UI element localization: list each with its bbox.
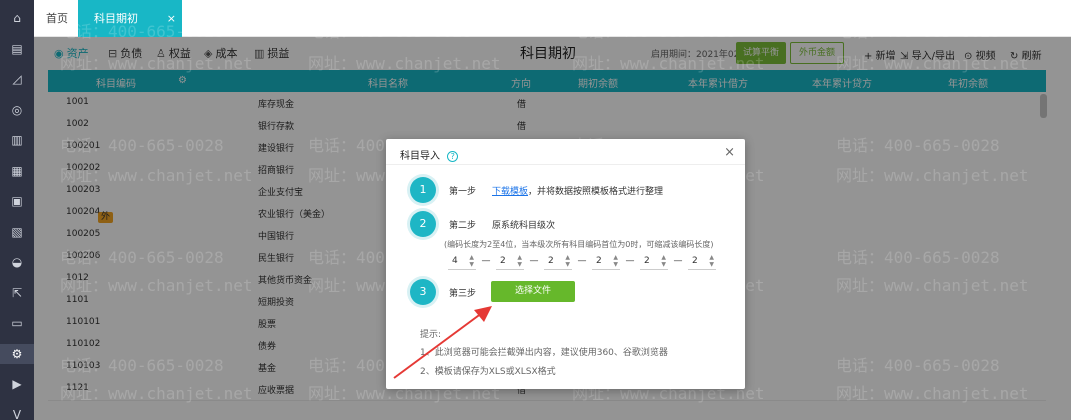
watermark-text: 电话：400-665-0028 — [836, 356, 1000, 375]
watermark-text: 电话：400-665-0028 — [60, 356, 224, 375]
invoice-icon[interactable]: ▧ — [7, 222, 27, 242]
inbox-icon[interactable]: ▭ — [7, 313, 27, 333]
dialog-divider — [386, 164, 745, 165]
vee-icon[interactable]: V — [7, 405, 27, 420]
watermark-text: 电话：400-665-0028 — [60, 22, 224, 41]
money-bag-icon[interactable]: ◎ — [7, 100, 27, 120]
step-2-text: 原系统科目级次 — [492, 221, 556, 231]
annotation-arrow-icon — [393, 306, 492, 379]
watermark-text: 网址：www.chanjet.net — [572, 54, 765, 73]
settings-icon[interactable]: ⚙ — [0, 343, 34, 364]
watermark-text: 电话：400-665-0028 — [836, 136, 1000, 155]
dialog-title: 科目导入 ? — [400, 147, 459, 162]
step-2-badge: 2 — [410, 211, 436, 237]
watermark-text: 电话：400-665-0028 — [572, 22, 736, 41]
home-icon[interactable]: ⌂ — [7, 8, 27, 28]
level-value: 2 — [596, 256, 602, 266]
level-value: 2 — [500, 256, 506, 266]
level-stepper[interactable]: 2 ▲ ▼ — [544, 252, 572, 270]
left-nav-rail: ⌂ ▤ ◿ ◎ ▥ ▦ ▣ ▧ ◒ ⇱ ▭ ⚙ ▶ V — [0, 0, 34, 420]
step-1-label: 第一步 — [449, 187, 477, 197]
step-1-desc: ，并将数据按照模板格式进行整理 — [528, 187, 664, 197]
watermark-text: 电话：400-665-0028 — [60, 248, 224, 267]
level-stepper[interactable]: 2 ▲ ▼ — [496, 252, 524, 270]
media-icon[interactable]: ▶ — [7, 374, 27, 394]
level-stepper[interactable]: 4 ▲ ▼ — [448, 252, 476, 270]
stepper-arrows-icon[interactable]: ▲ ▼ — [613, 254, 618, 268]
level-separator: — — [577, 256, 587, 266]
watermark-text: 电话：400-665-0028 — [308, 22, 472, 41]
level-value: 2 — [548, 256, 554, 266]
watermark-text: 网址：www.chanjet.net — [836, 384, 1029, 403]
stepper-arrows-icon[interactable]: ▲ ▼ — [661, 254, 666, 268]
level-separator: — — [625, 256, 635, 266]
watermark-text: 电话：400-665-0028 — [836, 22, 1000, 41]
watermark-text: 网址：www.chanjet.net — [60, 166, 253, 185]
dialog-title-text: 科目导入 — [400, 151, 440, 162]
document-icon[interactable]: ▤ — [7, 39, 27, 59]
stepper-arrows-icon[interactable]: ▲ ▼ — [709, 254, 714, 268]
step-1-badge: 1 — [410, 177, 436, 203]
level-stepper[interactable]: 2 ▲ ▼ — [640, 252, 668, 270]
watermark-text: 网址：www.chanjet.net — [60, 384, 253, 403]
watermark-text: 网址：www.chanjet.net — [308, 54, 501, 73]
download-template-link[interactable]: 下载模板 — [492, 187, 528, 197]
step-1-text: 下载模板，并将数据按照模板格式进行整理 — [492, 184, 663, 197]
stepper-arrows-icon[interactable]: ▲ ▼ — [565, 254, 570, 268]
watermark-text: 网址：www.chanjet.net — [60, 276, 253, 295]
watermark-text: 电话：400-665-0028 — [836, 248, 1000, 267]
help-icon[interactable]: ? — [447, 151, 459, 162]
level-separator: — — [529, 256, 539, 266]
step-3-label: 第三步 — [449, 289, 477, 299]
choose-file-button[interactable]: 选择文件 — [491, 281, 575, 302]
watermark-text: 网址：www.chanjet.net — [836, 54, 1029, 73]
export-icon[interactable]: ⇱ — [7, 283, 27, 303]
level-separator: — — [673, 256, 683, 266]
watermark-text: 网址：www.chanjet.net — [60, 54, 253, 73]
level-steppers: 4 ▲ ▼ — 2 ▲ ▼ — 2 ▲ ▼ — 2 ▲ ▼ — 2 ▲ ▼ — 2 ▲ ▼ — [448, 251, 716, 271]
gift-icon[interactable]: ▣ — [7, 191, 27, 211]
code-length-hint: (编码长度为2至4位，当本级次所有科目编码首位为0时，可缩减该编码长度) — [444, 240, 714, 249]
report-icon[interactable]: ▦ — [7, 161, 27, 181]
watermark-text: 电话：400-665-0028 — [60, 136, 224, 155]
stepper-arrows-icon[interactable]: ▲ ▼ — [517, 254, 522, 268]
level-value: 2 — [644, 256, 650, 266]
chart-icon[interactable]: ◿ — [7, 69, 27, 89]
stepper-arrows-icon[interactable]: ▲ ▼ — [469, 254, 474, 268]
ledger-icon[interactable]: ▥ — [7, 130, 27, 150]
level-stepper[interactable]: 2 ▲ ▼ — [688, 252, 716, 270]
watermark-text: 网址：www.chanjet.net — [836, 166, 1029, 185]
tea-icon[interactable]: ◒ — [7, 252, 27, 272]
level-value: 2 — [692, 256, 698, 266]
step-2-label: 第二步 — [449, 221, 477, 231]
level-separator: — — [481, 256, 491, 266]
level-value: 4 — [452, 256, 458, 266]
watermark-text: 网址：www.chanjet.net — [836, 276, 1029, 295]
close-icon[interactable]: × — [724, 145, 735, 160]
level-stepper[interactable]: 2 ▲ ▼ — [592, 252, 620, 270]
